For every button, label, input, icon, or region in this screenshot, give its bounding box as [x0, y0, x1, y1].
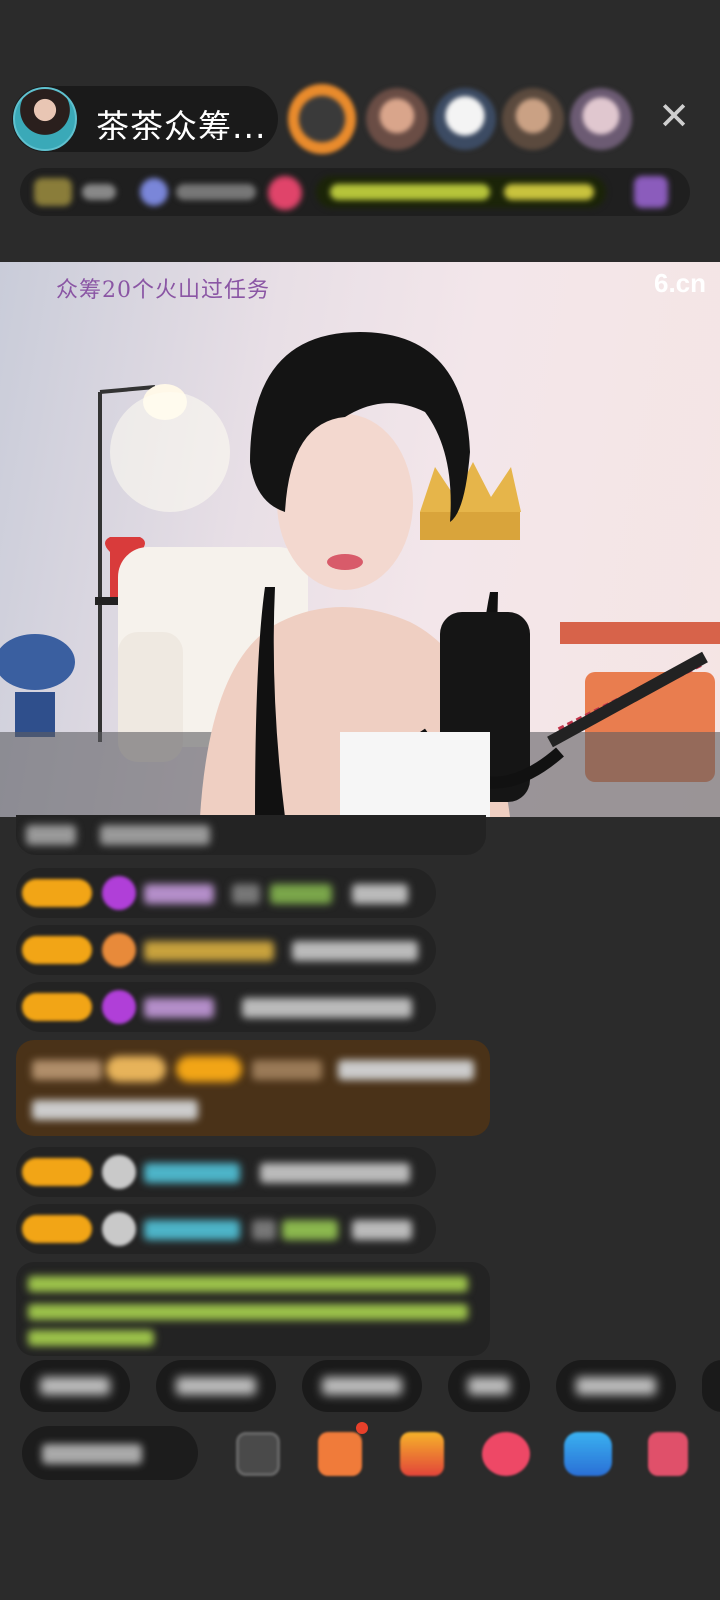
box-icon[interactable]	[400, 1432, 444, 1476]
quick-reply-chip[interactable]	[702, 1360, 720, 1412]
viewer-avatar[interactable]	[434, 88, 496, 150]
heart-icon[interactable]	[482, 1432, 530, 1476]
quick-reply-chip[interactable]	[156, 1360, 276, 1412]
highlighted-chat-message[interactable]	[16, 1040, 490, 1136]
viewer-avatar[interactable]	[570, 88, 632, 150]
grid-icon[interactable]	[648, 1432, 688, 1476]
quick-reply-chip[interactable]	[448, 1360, 530, 1412]
rank-icon	[34, 178, 72, 206]
chat-message[interactable]	[16, 925, 436, 975]
badge-icon	[140, 178, 168, 206]
notification-dot	[356, 1422, 368, 1434]
emoji-icon[interactable]	[236, 1432, 280, 1476]
host-avatar[interactable]	[13, 87, 77, 151]
level-icon	[634, 176, 668, 208]
host-name: 茶茶众筹...	[96, 107, 267, 140]
room-info-bar[interactable]	[20, 168, 690, 216]
quick-reply-chip[interactable]	[302, 1360, 422, 1412]
viewer-avatar[interactable]	[366, 88, 428, 150]
gift-icon[interactable]	[318, 1432, 362, 1476]
chat-message[interactable]	[16, 815, 486, 855]
chat-message[interactable]	[16, 1204, 436, 1254]
video-caption: 众筹20个火山过任务	[56, 278, 270, 303]
stat-text	[176, 184, 256, 200]
watermark-logo: 6.cn	[654, 268, 707, 298]
game-icon[interactable]	[564, 1432, 612, 1476]
heart-badge-icon	[268, 176, 302, 210]
chat-message[interactable]	[16, 1147, 436, 1197]
top-viewer-avatar[interactable]	[288, 84, 356, 154]
highlight-text	[504, 184, 594, 200]
chat-message[interactable]	[16, 982, 436, 1032]
viewer-avatar[interactable]	[502, 88, 564, 150]
quick-reply-chip[interactable]	[556, 1360, 676, 1412]
rank-text	[82, 184, 116, 200]
quick-reply-chip[interactable]	[20, 1360, 130, 1412]
chat-input[interactable]	[22, 1426, 198, 1480]
highlight-text	[330, 184, 490, 200]
close-icon[interactable]: ✕	[654, 96, 694, 136]
video-scene	[0, 332, 720, 817]
live-video[interactable]	[0, 262, 720, 817]
system-notice	[16, 1262, 490, 1356]
chat-message[interactable]	[16, 868, 436, 918]
